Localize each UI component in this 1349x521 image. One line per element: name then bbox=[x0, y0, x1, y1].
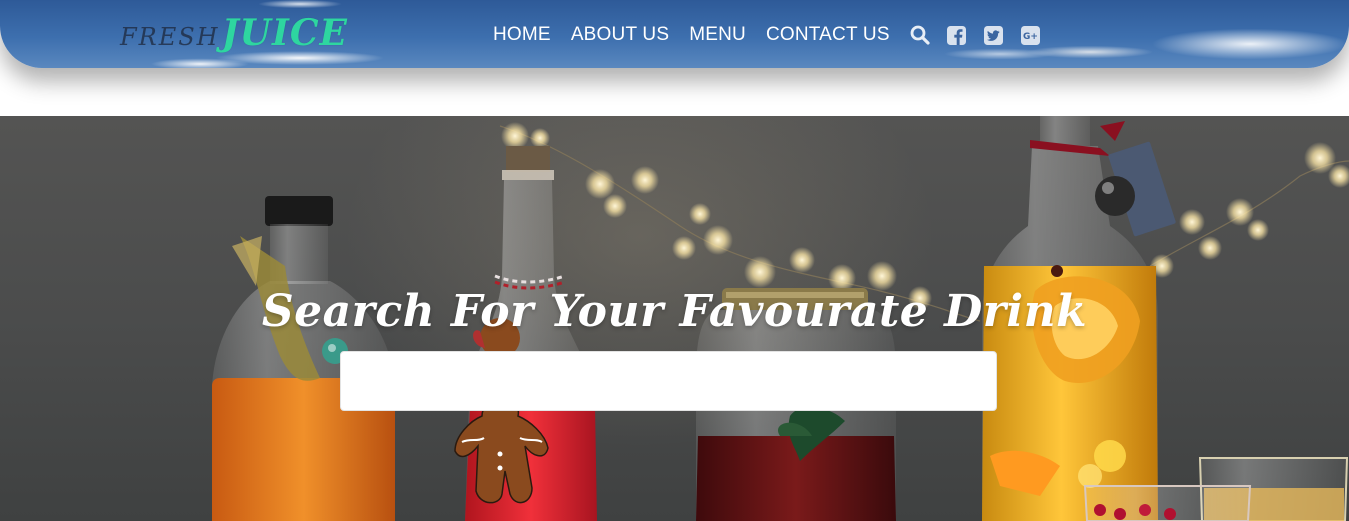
main-nav: HOME ABOUT US MENU CONTACT US G+ bbox=[493, 24, 1058, 46]
hero-banner: Search For Your Favourate Drink bbox=[0, 116, 1349, 521]
site-header: FRESH JUICE HOME ABOUT US MENU CONTACT U… bbox=[0, 0, 1349, 68]
drink-search-input[interactable] bbox=[340, 351, 997, 411]
svg-text:G+: G+ bbox=[1023, 32, 1038, 42]
nav-link-menu[interactable]: MENU bbox=[689, 24, 746, 46]
search-icon[interactable] bbox=[910, 25, 930, 45]
site-logo[interactable]: FRESH JUICE bbox=[120, 12, 348, 56]
nav-link-home[interactable]: HOME bbox=[493, 24, 551, 46]
nav-link-about-us[interactable]: ABOUT US bbox=[571, 24, 669, 46]
hero-title: Search For Your Favourate Drink bbox=[261, 286, 1088, 337]
logo-text-juice: JUICE bbox=[221, 12, 348, 54]
nav-link-contact-us[interactable]: CONTACT US bbox=[766, 24, 890, 46]
facebook-icon[interactable] bbox=[947, 25, 967, 45]
twitter-icon[interactable] bbox=[984, 25, 1004, 45]
google-plus-icon[interactable]: G+ bbox=[1021, 25, 1041, 45]
logo-text-fresh: FRESH bbox=[120, 23, 220, 51]
